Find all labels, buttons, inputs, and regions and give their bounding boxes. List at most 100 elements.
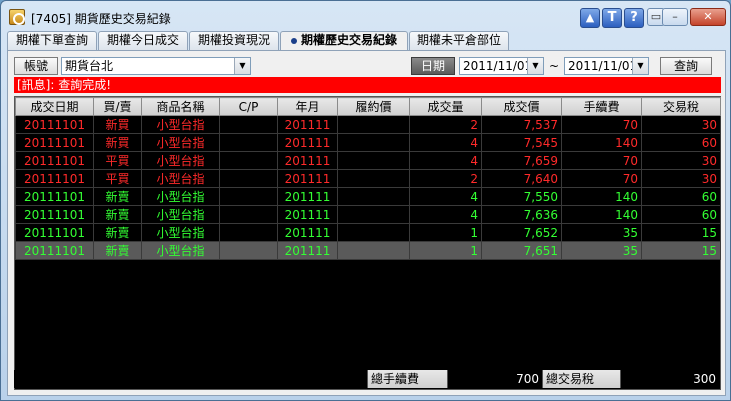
close-button[interactable]: ✕ [690, 8, 726, 26]
empty-row [16, 260, 721, 278]
table-row[interactable]: 20111101 新賣 小型台指 201111 1 7,652 35 15 [15, 223, 721, 242]
empty-cell [278, 314, 338, 332]
empty-row [16, 332, 721, 350]
tab-today-trades[interactable]: 期權今日成交 [98, 31, 188, 50]
table-cell: 20111101 [15, 223, 94, 242]
trade-history-table[interactable]: 成交日期 買/賣 商品名稱 C/P 年月 履約價 成交量 成交價 手續費 交易稅… [14, 96, 721, 390]
column-header[interactable]: 手續費 [561, 97, 642, 116]
table-cell: 2 [409, 115, 482, 134]
tab-trade-history[interactable]: 期權歷史交易紀錄 [280, 31, 408, 51]
table-row[interactable]: 20111101 新賣 小型台指 201111 4 7,550 140 60 [15, 187, 721, 206]
table-row[interactable]: 20111101 新買 小型台指 201111 2 7,537 70 30 [15, 115, 721, 134]
empty-cell [642, 296, 721, 314]
chevron-down-icon[interactable]: ▼ [527, 58, 543, 74]
empty-cell [16, 296, 94, 314]
table-cell: 35 [561, 241, 642, 260]
help-icon[interactable]: ? [624, 8, 644, 28]
table-cell: 20111101 [15, 187, 94, 206]
table-cell: 新買 [93, 115, 142, 134]
empty-cell [482, 260, 562, 278]
column-header[interactable]: 成交價 [481, 97, 562, 116]
status-message: [訊息]: 查詢完成! [14, 77, 721, 93]
tab-investment-status[interactable]: 期權投資現況 [189, 31, 279, 50]
empty-cell [338, 296, 410, 314]
table-cell [219, 187, 278, 206]
column-header[interactable]: 商品名稱 [141, 97, 220, 116]
alert-icon[interactable]: ▲ [580, 8, 600, 28]
total-tax-label: 總交易稅 [542, 370, 620, 388]
table-row[interactable]: 20111101 新賣 小型台指 201111 4 7,636 140 60 [15, 205, 721, 224]
account-button[interactable]: 帳號 [14, 57, 58, 75]
table-cell: 新買 [93, 133, 142, 152]
table-cell: 4 [409, 133, 482, 152]
tab-label: 期權下單查詢 [15, 33, 88, 47]
empty-cell [220, 314, 278, 332]
table-cell [219, 151, 278, 170]
empty-cell [94, 332, 142, 350]
table-cell: 4 [409, 187, 482, 206]
table-cell: 小型台指 [141, 241, 220, 260]
text-icon[interactable]: T [602, 8, 622, 28]
active-tab-dot-icon [290, 37, 297, 44]
minimize-button[interactable]: – [662, 8, 688, 26]
table-cell: 7,659 [481, 151, 562, 170]
empty-cell [142, 278, 220, 296]
title-bar[interactable]: [7405] 期貨歷史交易紀錄 ▲ T ? ▭ – ✕ [1, 1, 730, 31]
empty-cell [410, 260, 482, 278]
table-cell: 35 [561, 223, 642, 242]
table-row[interactable]: 20111101 新賣 小型台指 201111 1 7,651 35 15 [15, 241, 721, 260]
chevron-down-icon[interactable]: ▼ [632, 58, 648, 74]
query-button[interactable]: 查詢 [660, 57, 712, 75]
column-header[interactable]: 履約價 [337, 97, 410, 116]
tab-label: 期權今日成交 [106, 33, 179, 47]
column-header[interactable]: 年月 [277, 97, 338, 116]
column-header[interactable]: 成交日期 [15, 97, 94, 116]
table-cell: 小型台指 [141, 187, 220, 206]
empty-cell [16, 278, 94, 296]
chevron-down-icon[interactable]: ▼ [234, 58, 250, 74]
table-cell: 7,550 [481, 187, 562, 206]
table-cell [337, 133, 410, 152]
tab-order-query[interactable]: 期權下單查詢 [7, 31, 97, 50]
table-cell [219, 205, 278, 224]
tab-open-positions[interactable]: 期權未平倉部位 [409, 31, 509, 50]
tab-label: 期權歷史交易紀錄 [300, 33, 397, 47]
empty-cell [562, 332, 642, 350]
table-row[interactable]: 20111101 平買 小型台指 201111 2 7,640 70 30 [15, 169, 721, 188]
empty-cell [220, 260, 278, 278]
table-cell: 1 [409, 241, 482, 260]
table-header-row: 成交日期 買/賣 商品名稱 C/P 年月 履約價 成交量 成交價 手續費 交易稅 [15, 97, 721, 116]
column-header[interactable]: 交易稅 [641, 97, 721, 116]
empty-cell [482, 314, 562, 332]
table-row[interactable]: 20111101 平買 小型台指 201111 4 7,659 70 30 [15, 151, 721, 170]
empty-cell [16, 332, 94, 350]
table-cell: 15 [641, 223, 721, 242]
table-cell [219, 133, 278, 152]
table-cell: 201111 [277, 187, 338, 206]
account-select[interactable]: 期貨台北 ▼ [61, 57, 251, 75]
table-cell [219, 223, 278, 242]
empty-cell [482, 296, 562, 314]
empty-cell [16, 314, 94, 332]
date-button[interactable]: 日期 [411, 57, 455, 75]
column-header[interactable]: C/P [219, 97, 278, 116]
content-panel: 帳號 期貨台北 ▼ 日期 2011/11/01 ▼ ~ 2011/11/01 ▼… [7, 50, 726, 396]
column-header[interactable]: 買/賣 [93, 97, 142, 116]
date-from-select[interactable]: 2011/11/01 ▼ [459, 57, 544, 75]
table-cell: 20111101 [15, 133, 94, 152]
table-row[interactable]: 20111101 新買 小型台指 201111 4 7,545 140 60 [15, 133, 721, 152]
empty-cell [278, 278, 338, 296]
table-cell: 30 [641, 169, 721, 188]
table-cell: 7,636 [481, 205, 562, 224]
column-header[interactable]: 成交量 [409, 97, 482, 116]
table-cell: 15 [641, 241, 721, 260]
table-cell: 7,537 [481, 115, 562, 134]
table-cell: 20111101 [15, 169, 94, 188]
empty-cell [562, 314, 642, 332]
date-to-select[interactable]: 2011/11/01 ▼ [564, 57, 649, 75]
table-cell [337, 241, 410, 260]
app-icon [9, 9, 25, 25]
table-cell: 小型台指 [141, 205, 220, 224]
table-cell: 4 [409, 151, 482, 170]
empty-cell [482, 278, 562, 296]
